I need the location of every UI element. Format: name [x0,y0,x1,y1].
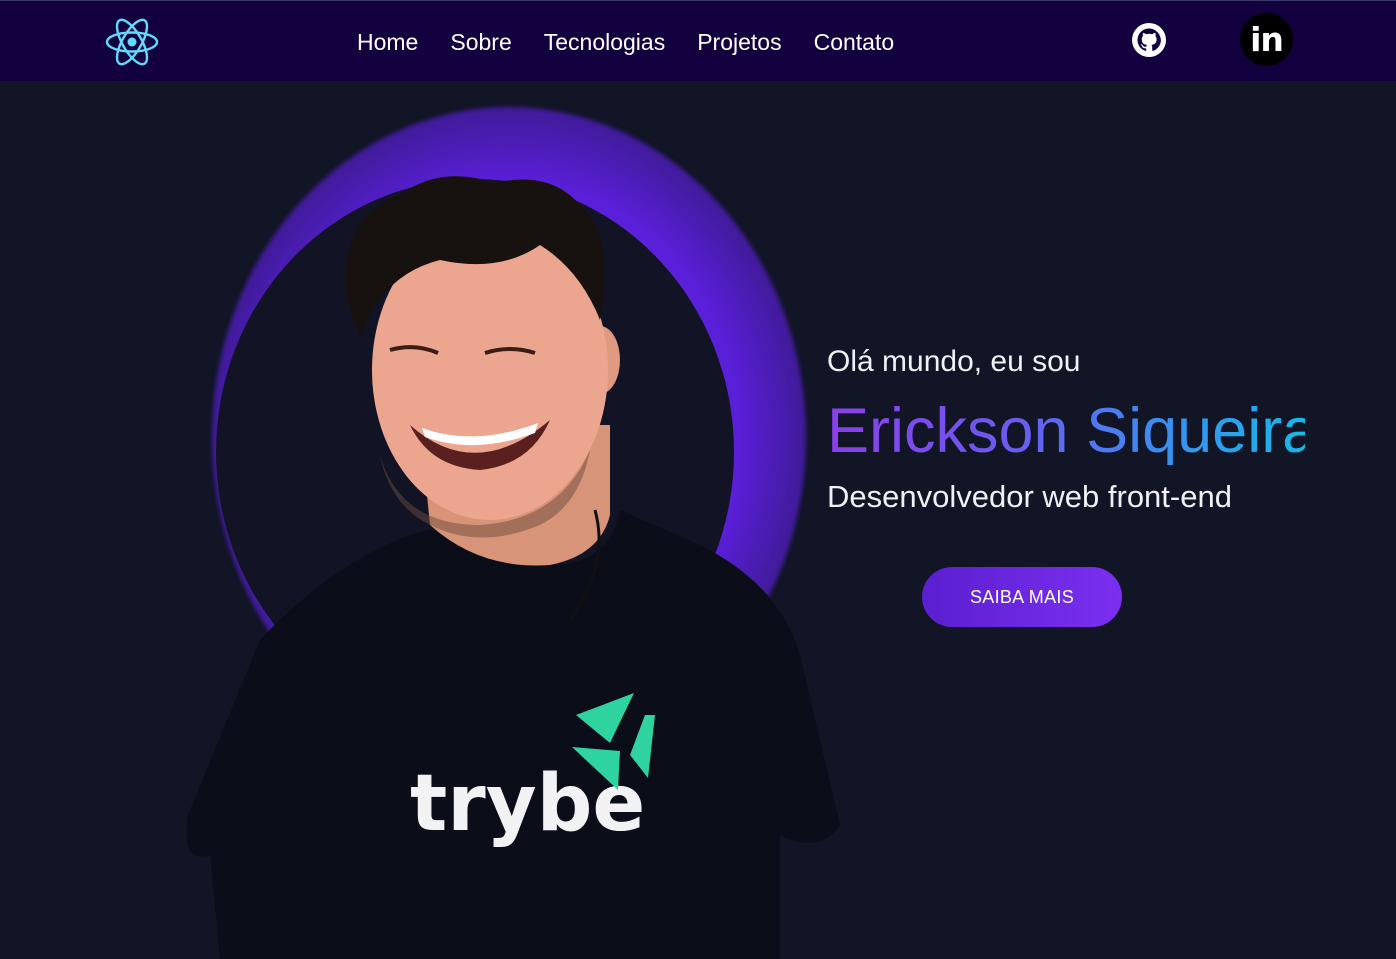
github-icon[interactable] [1131,22,1167,58]
nav-link-tecnologias[interactable]: Tecnologias [544,27,665,57]
hero-name: Erickson Siqueira [827,393,1305,469]
navbar: Home Sobre Tecnologias Projetos Contato … [0,0,1396,81]
hero-name-wrapper: Erickson Siqueira [827,393,1305,473]
linkedin-icon[interactable]: in [1240,13,1293,66]
nav-link-contato[interactable]: Contato [814,27,895,57]
nav-link-projetos[interactable]: Projetos [697,27,781,57]
hero-greeting: Olá mundo, eu sou [827,345,1081,378]
main-nav: Home Sobre Tecnologias Projetos Contato [357,27,894,57]
nav-link-sobre[interactable]: Sobre [450,27,511,57]
react-atom-icon[interactable] [104,16,160,68]
hero-role: Desenvolvedor web front-end [827,479,1232,514]
hero-portrait: trybe [140,95,840,959]
saiba-mais-button[interactable]: SAIBA MAIS [922,567,1122,627]
profile-photo: trybe [186,176,840,959]
nav-link-home[interactable]: Home [357,27,418,57]
